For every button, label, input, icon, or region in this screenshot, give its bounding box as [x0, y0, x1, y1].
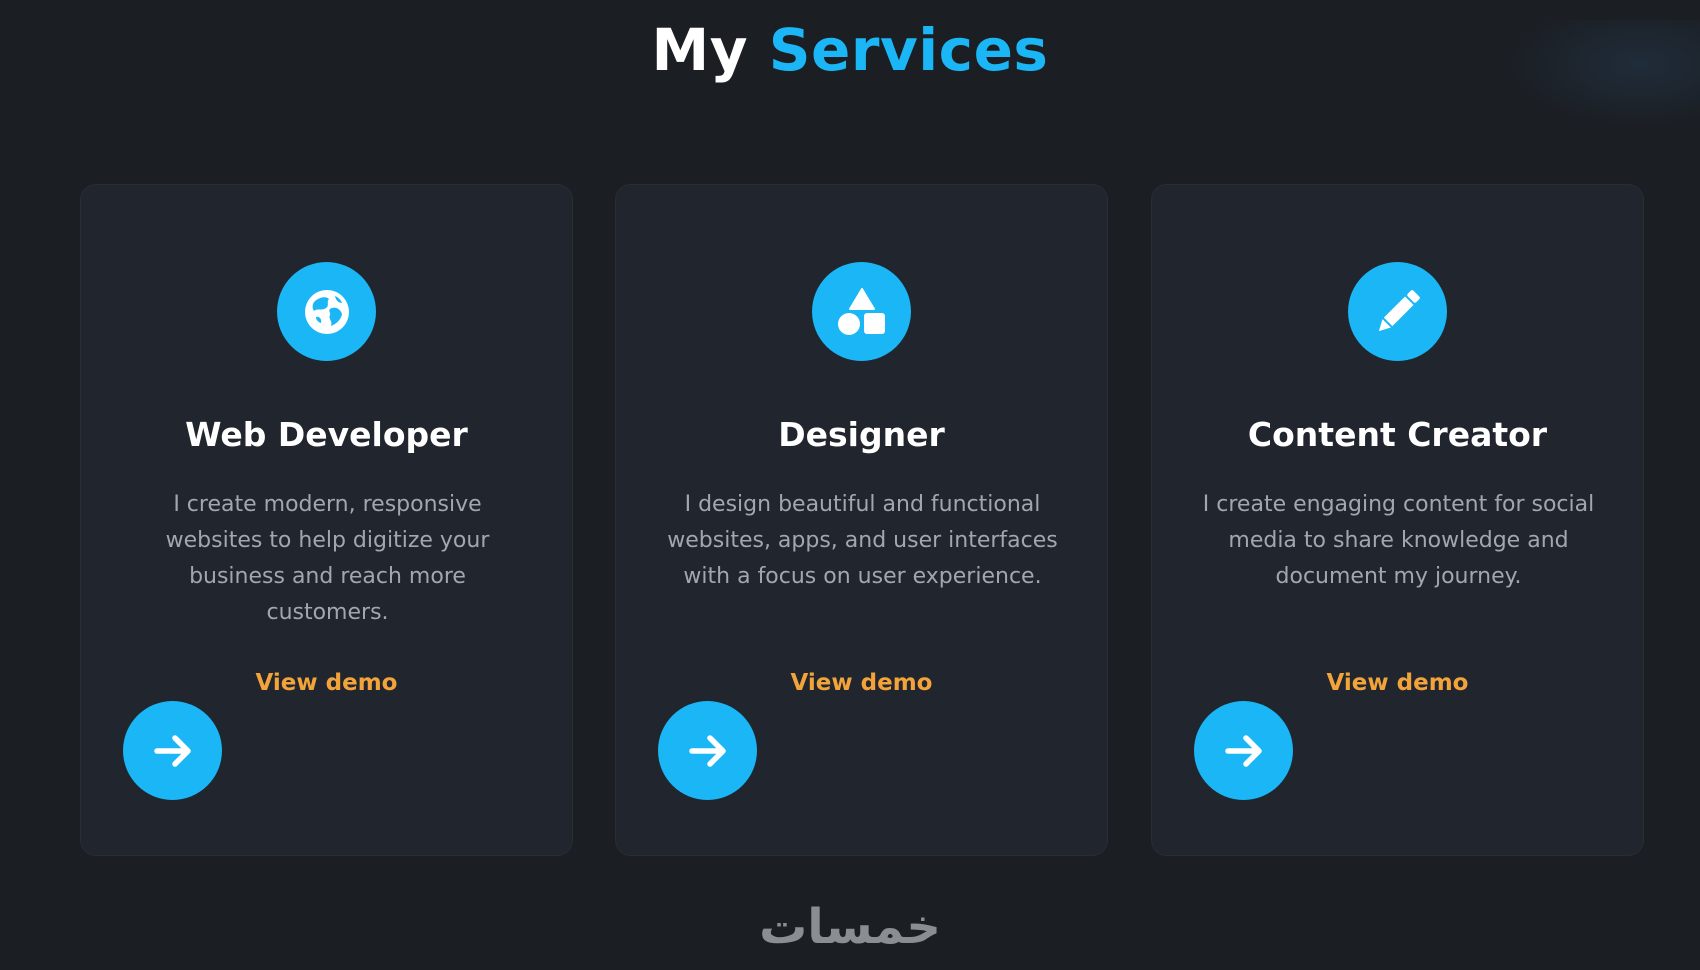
arrow-right-icon — [153, 734, 191, 767]
service-description: I design beautiful and functional websit… — [667, 492, 1058, 589]
service-description: I create engaging content for social med… — [1202, 492, 1595, 589]
view-demo-link[interactable]: View demo — [81, 667, 572, 699]
arrow-right-icon — [1224, 734, 1262, 767]
service-card-content-creator: Content Creator I create engaging conten… — [1151, 184, 1644, 856]
shapes-icon — [812, 262, 911, 361]
globe-icon — [277, 262, 376, 361]
service-title: Web Developer — [185, 415, 468, 454]
arrow-button[interactable] — [1194, 701, 1293, 800]
service-title: Content Creator — [1247, 415, 1548, 454]
service-card-web-developer: Web Developer I create modern, responsiv… — [80, 184, 573, 856]
service-title: Designer — [778, 415, 945, 454]
watermark-logo: خمسات — [759, 899, 941, 955]
service-card-designer: Designer I design beautiful and function… — [615, 184, 1108, 856]
arrow-button[interactable] — [658, 701, 757, 800]
section-title: My Services — [0, 14, 1700, 86]
section-title-part2: Services — [768, 16, 1049, 84]
pencil-icon — [1348, 262, 1447, 361]
view-demo-link[interactable]: View demo — [1152, 667, 1643, 699]
arrow-right-icon — [688, 734, 726, 767]
view-demo-link[interactable]: View demo — [616, 667, 1107, 699]
section-title-part1: My — [651, 16, 749, 84]
arrow-button[interactable] — [123, 701, 222, 800]
services-page: My Services Web Developer I create moder… — [0, 0, 1700, 970]
service-description: I create modern, responsive websites to … — [165, 492, 490, 625]
